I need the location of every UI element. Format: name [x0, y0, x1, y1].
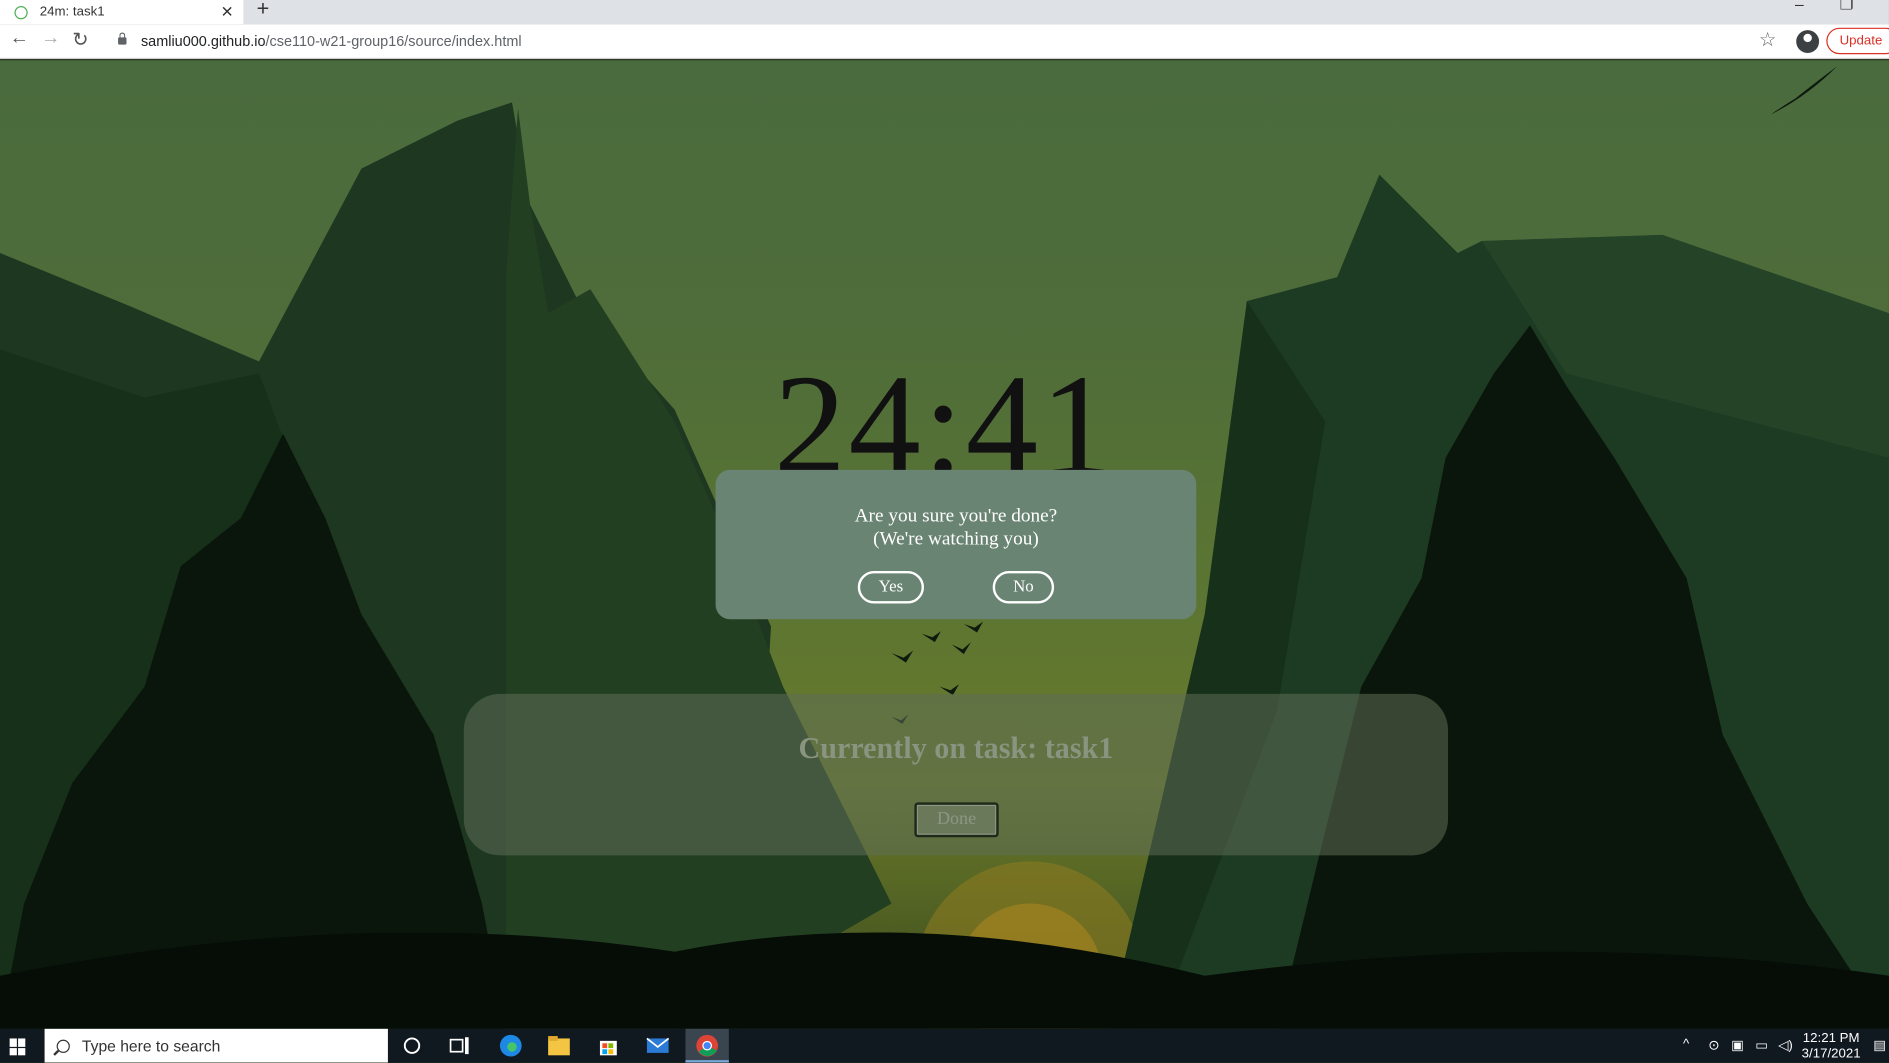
new-tab-button[interactable]: + — [257, 0, 270, 22]
confirm-done-dialog: Are you sure you're done? (We're watchin… — [715, 469, 1197, 620]
task-panel: Currently on task: task1 Done — [463, 693, 1449, 856]
back-icon[interactable]: ← — [10, 28, 29, 50]
tab-title: 24m: task1 — [39, 4, 105, 20]
mail-icon[interactable] — [646, 1034, 670, 1058]
current-task-title: Currently on task: task1 — [798, 732, 1114, 765]
chrome-icon[interactable] — [695, 1034, 719, 1058]
favicon-icon — [14, 5, 28, 19]
system-clock[interactable]: 12:21 PM 3/17/2021 — [1797, 1031, 1864, 1062]
search-placeholder: Type here to search — [81, 1036, 221, 1055]
edge-icon[interactable] — [499, 1034, 523, 1058]
start-button-icon[interactable] — [9, 1038, 27, 1056]
profile-avatar-icon[interactable] — [1796, 30, 1820, 54]
dialog-subtext: (We're watching you) — [873, 528, 1039, 550]
taskbar-search-input[interactable]: Type here to search — [44, 1028, 388, 1063]
tray-chevron-icon[interactable]: ^ — [1683, 1037, 1689, 1051]
search-icon — [56, 1039, 70, 1053]
url-host: samliu000.github.io — [140, 32, 266, 50]
bookmark-star-icon[interactable]: ☆ — [1759, 28, 1776, 52]
security-icon[interactable]: ▣ — [1731, 1037, 1744, 1052]
store-icon[interactable] — [596, 1034, 620, 1058]
browser-tab[interactable]: 24m: task1 ✕ — [0, 0, 244, 25]
no-button[interactable]: No — [992, 571, 1055, 604]
url-path: /cse110-w21-group16/source/index.html — [265, 32, 522, 50]
browser-toolbar: ← → ↻ samliu000.github.io/cse110-w21-gro… — [0, 24, 1889, 60]
yes-button[interactable]: Yes — [857, 571, 925, 604]
meet-now-icon[interactable]: ⊙ — [1708, 1037, 1719, 1052]
update-button[interactable]: Update — [1826, 27, 1889, 55]
address-bar[interactable]: samliu000.github.io/cse110-w21-group16/s… — [106, 28, 1793, 55]
page-background: 24:41 Currently on task: task1 Done Are … — [0, 60, 1889, 1029]
cortana-icon[interactable] — [400, 1034, 424, 1058]
browser-tabstrip: 24m: task1 ✕ + – ❐ — [0, 0, 1889, 25]
network-icon[interactable]: ▭ — [1755, 1037, 1768, 1052]
restore-icon[interactable]: ❐ — [1840, 0, 1854, 14]
clock-time: 12:21 PM — [1802, 1031, 1860, 1046]
tab-close-icon[interactable]: ✕ — [221, 2, 234, 21]
windows-taskbar: Type here to search ^ ⊙ ▣ ▭ ◁) 12:21 PM — [0, 1028, 1889, 1063]
forward-icon[interactable]: → — [41, 28, 60, 50]
clock-date: 3/17/2021 — [1801, 1046, 1861, 1062]
volume-icon[interactable]: ◁) — [1778, 1037, 1793, 1052]
lock-icon — [118, 32, 127, 45]
dialog-question: Are you sure you're done? — [854, 505, 1058, 527]
reload-icon[interactable]: ↻ — [72, 28, 88, 52]
task-view-icon[interactable] — [448, 1034, 472, 1058]
minimize-icon[interactable]: – — [1795, 0, 1804, 13]
done-button[interactable]: Done — [914, 802, 999, 838]
notifications-icon[interactable]: ▤ — [1873, 1037, 1886, 1052]
file-explorer-icon[interactable] — [547, 1034, 571, 1058]
